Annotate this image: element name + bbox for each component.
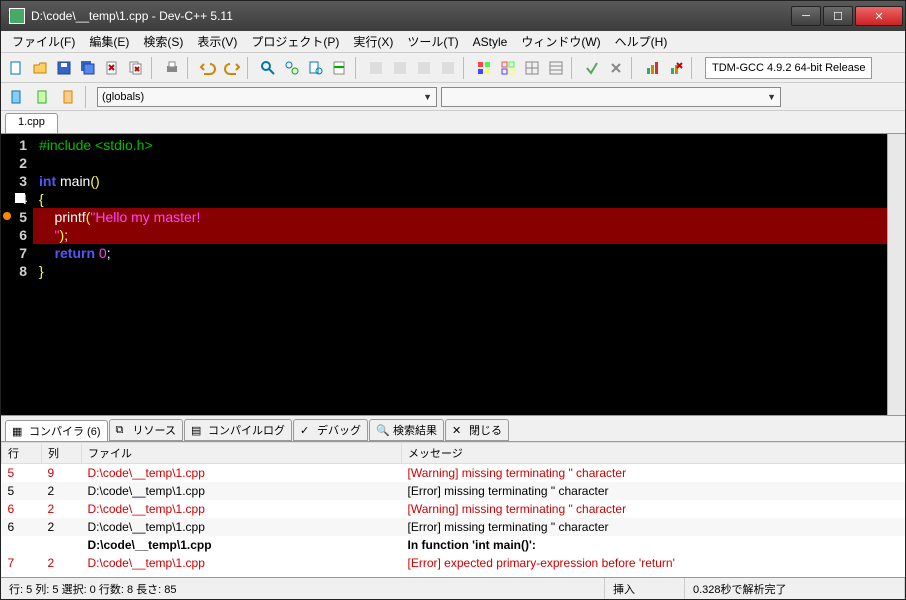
- col-msg[interactable]: メッセージ: [402, 443, 905, 464]
- member-dropdown[interactable]: ▼: [441, 87, 781, 107]
- maximize-button[interactable]: ☐: [823, 6, 853, 26]
- message-row[interactable]: 59D:\code\__temp\1.cpp[Warning] missing …: [2, 464, 905, 483]
- compile-icon[interactable]: [365, 57, 387, 79]
- close-all-icon[interactable]: [125, 57, 147, 79]
- replace-icon[interactable]: [281, 57, 303, 79]
- col-line[interactable]: 行: [2, 443, 42, 464]
- grid1-icon[interactable]: [473, 57, 495, 79]
- bottom-tab-3[interactable]: ✓デバッグ: [293, 419, 368, 441]
- menu-search[interactable]: 検索(S): [136, 31, 190, 52]
- bottom-tab-4[interactable]: 🔍検索結果: [369, 419, 444, 441]
- new-file-icon[interactable]: [5, 57, 27, 79]
- titlebar[interactable]: D:\code\__temp\1.cpp - Dev-C++ 5.11 ─ ☐ …: [1, 1, 905, 31]
- app-window: D:\code\__temp\1.cpp - Dev-C++ 5.11 ─ ☐ …: [0, 0, 906, 600]
- save-all-icon[interactable]: [77, 57, 99, 79]
- tab-icon: ✕: [452, 424, 466, 436]
- bottom-tab-1[interactable]: ⧉リソース: [109, 419, 183, 441]
- find-in-files-icon[interactable]: [305, 57, 327, 79]
- close-file-icon[interactable]: [101, 57, 123, 79]
- find-icon[interactable]: [257, 57, 279, 79]
- bottom-tabs: ▦コンパイラ (6)⧉リソース▤コンパイルログ✓デバッグ🔍検索結果✕閉じる: [1, 415, 905, 441]
- tab-icon: ▦: [12, 425, 26, 437]
- rebuild-icon[interactable]: [437, 57, 459, 79]
- menu-help[interactable]: ヘルプ(H): [608, 31, 675, 52]
- menu-astyle[interactable]: AStyle: [466, 33, 515, 51]
- toolbar-main: TDM-GCC 4.9.2 64-bit Release: [1, 53, 905, 83]
- grid4-icon[interactable]: [545, 57, 567, 79]
- code-editor[interactable]: 12345678 #include <stdio.h>int main(){ p…: [1, 133, 905, 415]
- compile-run-icon[interactable]: [413, 57, 435, 79]
- debug-icon[interactable]: [581, 57, 603, 79]
- message-row[interactable]: 62D:\code\__temp\1.cpp[Error] missing te…: [2, 518, 905, 536]
- editor-tabs: 1.cpp: [1, 111, 905, 133]
- scope-dropdown[interactable]: (globals)▼: [97, 87, 437, 107]
- grid2-icon[interactable]: [497, 57, 519, 79]
- save-icon[interactable]: [53, 57, 75, 79]
- message-row[interactable]: D:\code\__temp\1.cppIn function 'int mai…: [2, 536, 905, 554]
- grid3-icon[interactable]: [521, 57, 543, 79]
- vertical-scrollbar[interactable]: [887, 134, 905, 415]
- tab-icon: ▤: [191, 424, 205, 436]
- menu-view[interactable]: 表示(V): [190, 31, 244, 52]
- compiler-messages[interactable]: 行 列 ファイル メッセージ 59D:\code\__temp\1.cpp[Wa…: [1, 441, 905, 577]
- status-insert: 挿入: [605, 578, 685, 599]
- menu-edit[interactable]: 編集(E): [82, 31, 136, 52]
- undo-icon[interactable]: [197, 57, 219, 79]
- code-area[interactable]: #include <stdio.h>int main(){ printf("He…: [33, 134, 887, 415]
- tab-icon: ⧉: [116, 424, 130, 436]
- prev-bookmark-icon[interactable]: [57, 86, 79, 108]
- close-button[interactable]: ✕: [855, 6, 903, 26]
- redo-icon[interactable]: [221, 57, 243, 79]
- bookmark-icon[interactable]: [5, 86, 27, 108]
- message-row[interactable]: 52D:\code\__temp\1.cpp[Error] missing te…: [2, 482, 905, 500]
- window-title: D:\code\__temp\1.cpp - Dev-C++ 5.11: [31, 9, 789, 23]
- bottom-tab-5[interactable]: ✕閉じる: [445, 419, 509, 441]
- statusbar: 行: 5 列: 5 選択: 0 行数: 8 長さ: 85 挿入 0.328秒で解…: [1, 577, 905, 599]
- status-parse: 0.328秒で解析完了: [685, 578, 905, 599]
- delete-profile-icon[interactable]: [665, 57, 687, 79]
- menu-run[interactable]: 実行(X): [346, 31, 400, 52]
- menu-window[interactable]: ウィンドウ(W): [514, 31, 607, 52]
- tab-icon: ✓: [300, 424, 314, 436]
- tab-icon: 🔍: [376, 424, 390, 436]
- goto-line-icon[interactable]: [329, 57, 351, 79]
- app-icon: [9, 8, 25, 24]
- minimize-button[interactable]: ─: [791, 6, 821, 26]
- bottom-tab-2[interactable]: ▤コンパイルログ: [184, 419, 292, 441]
- stop-debug-icon[interactable]: [605, 57, 627, 79]
- menu-file[interactable]: ファイル(F): [5, 31, 82, 52]
- compiler-selector[interactable]: TDM-GCC 4.9.2 64-bit Release: [705, 57, 872, 79]
- profile-icon[interactable]: [641, 57, 663, 79]
- col-file[interactable]: ファイル: [82, 443, 402, 464]
- col-col[interactable]: 列: [42, 443, 82, 464]
- goto-bookmark-icon[interactable]: [31, 86, 53, 108]
- message-row[interactable]: 72D:\code\__temp\1.cpp[Error] expected p…: [2, 554, 905, 572]
- open-icon[interactable]: [29, 57, 51, 79]
- menu-project[interactable]: プロジェクト(P): [244, 31, 346, 52]
- menubar: ファイル(F) 編集(E) 検索(S) 表示(V) プロジェクト(P) 実行(X…: [1, 31, 905, 53]
- menu-tools[interactable]: ツール(T): [400, 31, 465, 52]
- line-gutter[interactable]: 12345678: [1, 134, 33, 415]
- run-icon[interactable]: [389, 57, 411, 79]
- toolbar-nav: (globals)▼ ▼: [1, 83, 905, 111]
- bottom-tab-0[interactable]: ▦コンパイラ (6): [5, 420, 108, 442]
- message-row[interactable]: 62D:\code\__temp\1.cpp[Warning] missing …: [2, 500, 905, 518]
- print-icon[interactable]: [161, 57, 183, 79]
- file-tab[interactable]: 1.cpp: [5, 113, 58, 133]
- window-buttons: ─ ☐ ✕: [789, 6, 903, 26]
- status-position: 行: 5 列: 5 選択: 0 行数: 8 長さ: 85: [1, 578, 605, 599]
